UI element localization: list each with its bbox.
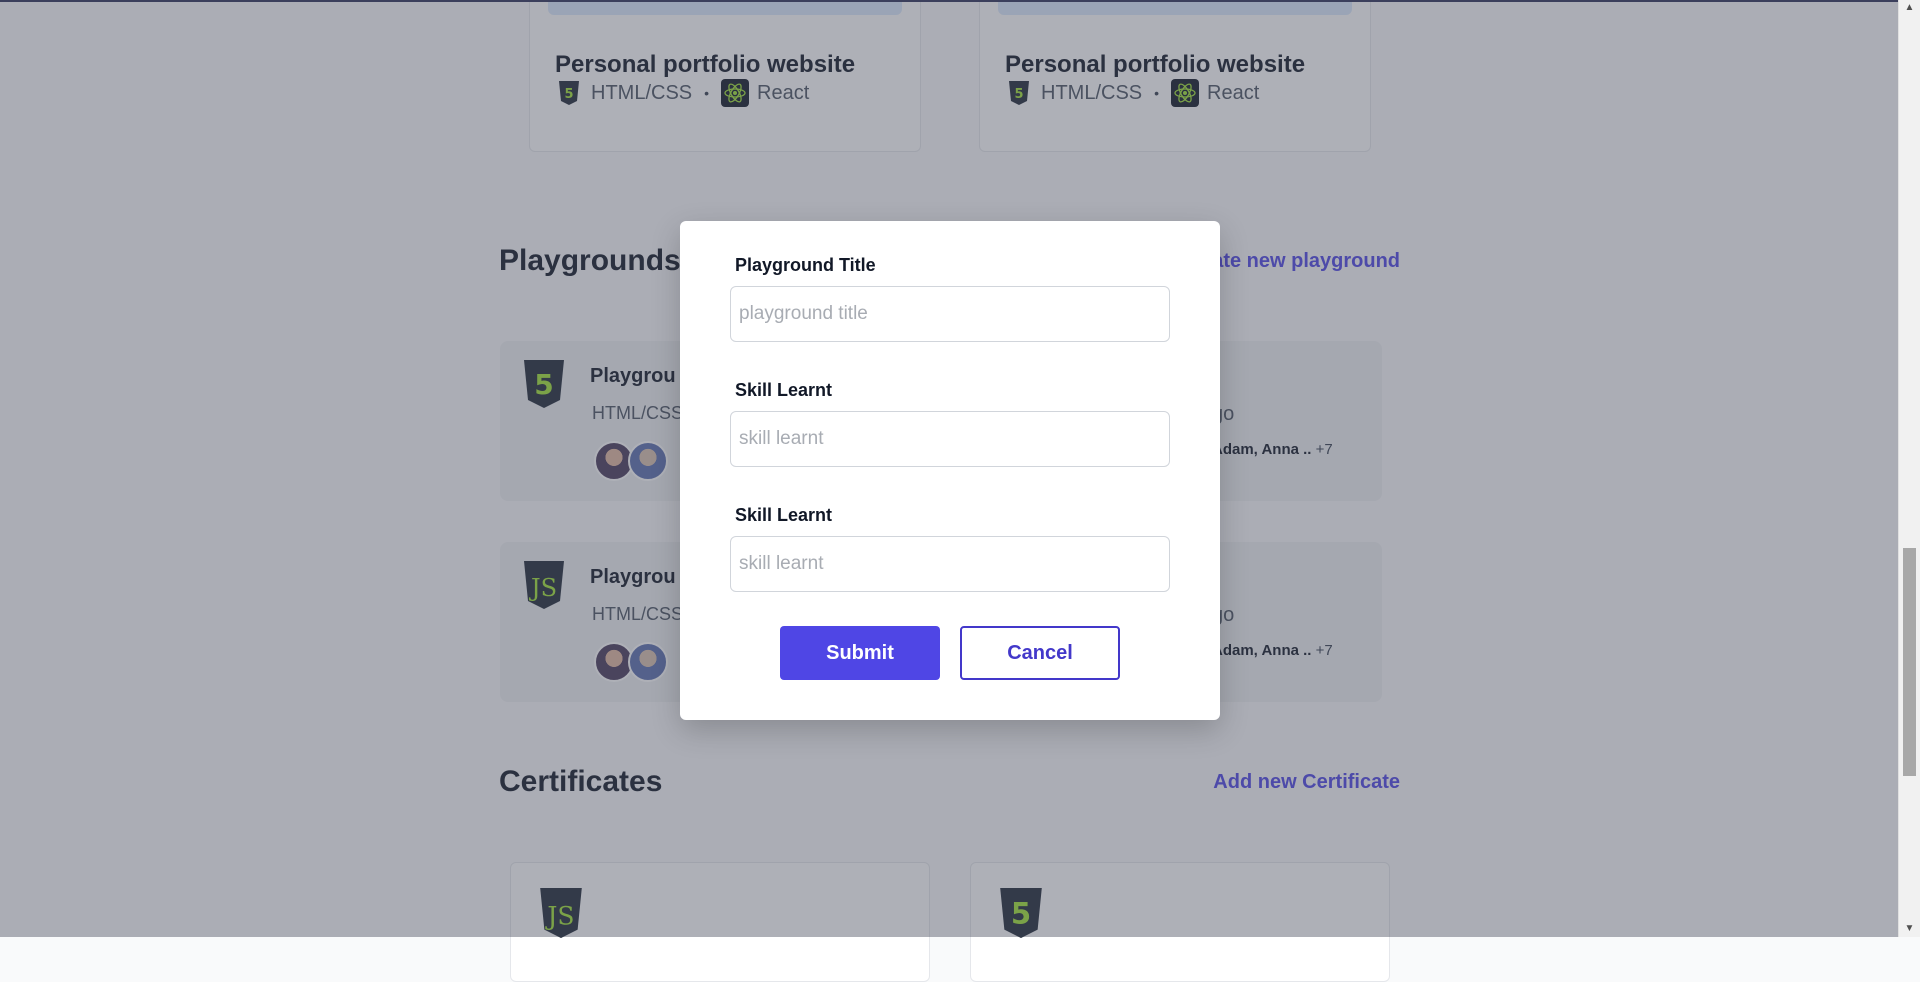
playground-title-input[interactable] — [730, 286, 1170, 342]
playground-title-label: Playground Title — [735, 255, 876, 275]
create-playground-modal: Playground Title Skill Learnt Skill Lear… — [680, 221, 1220, 720]
scroll-up-arrow-icon[interactable]: ▲ — [1899, 0, 1920, 16]
scroll-down-arrow-icon[interactable]: ▼ — [1899, 921, 1920, 937]
submit-button[interactable]: Submit — [780, 626, 940, 680]
scrollbar-thumb[interactable] — [1903, 548, 1916, 776]
cancel-button[interactable]: Cancel — [960, 626, 1120, 680]
skill-learnt-label-2: Skill Learnt — [735, 505, 833, 525]
skill-learnt-label: Skill Learnt — [735, 380, 833, 400]
browser-top-line — [0, 0, 1920, 2]
vertical-scrollbar[interactable]: ▲ ▼ — [1898, 0, 1920, 937]
skill-learnt-input[interactable] — [730, 411, 1170, 467]
skill-learnt-input-2[interactable] — [730, 536, 1170, 592]
